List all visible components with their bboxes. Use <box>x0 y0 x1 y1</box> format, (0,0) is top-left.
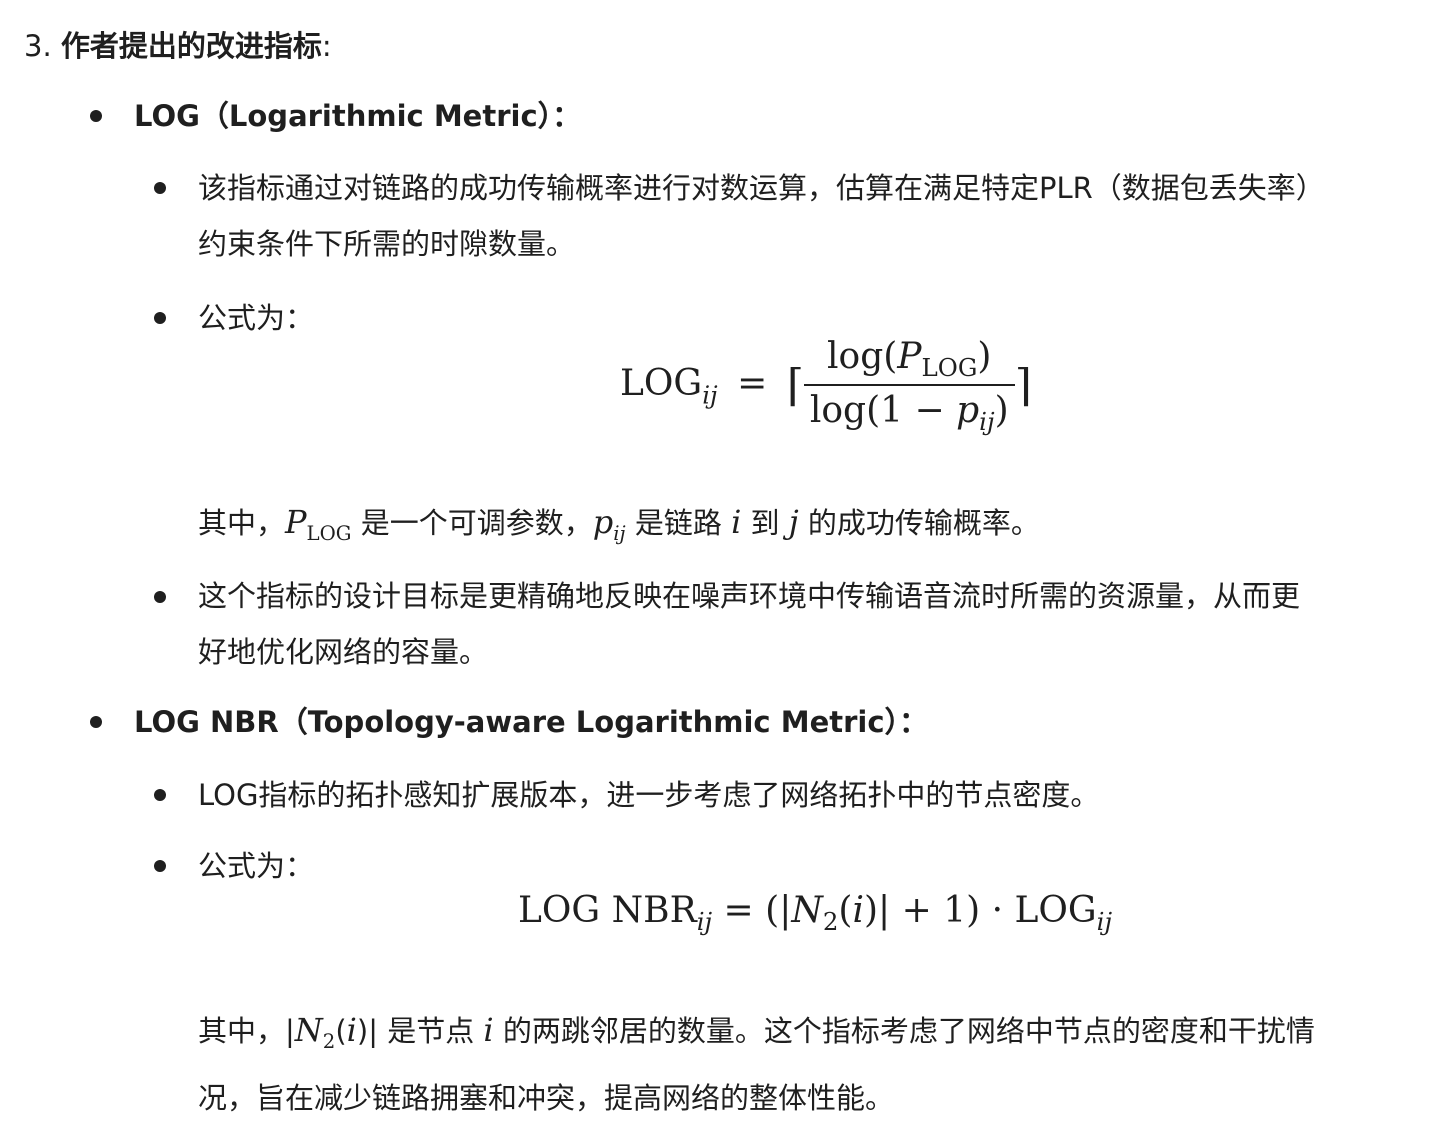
nbr-arg-open: ( <box>838 890 853 931</box>
bullet-dot <box>154 591 166 603</box>
nbr-rest: )| + 1) · LOG <box>863 890 1097 931</box>
log-description-line2: 约束条件下所需的时隙数量。 <box>198 227 576 261</box>
log-where-text: 其中，PLOG 是一个可调参数，pij 是链路 i 到 j 的成功传输概率。 <box>198 502 1040 554</box>
where-t1: 是一个可调参数， <box>351 506 593 540</box>
nbr-lhs-sub: ij <box>696 907 713 937</box>
nbr-where-close: )| <box>356 1014 378 1048</box>
nbr-where-lead: 其中，| <box>198 1014 295 1048</box>
nbr-eq: = (| <box>712 890 792 931</box>
nbr-where-N: N <box>294 1011 323 1049</box>
section-colon: : <box>321 29 332 63</box>
nbr-where-i: i <box>346 1011 357 1049</box>
nbr-where-i2: i <box>483 1011 494 1049</box>
nbr-where-N-sub: 2 <box>322 1029 336 1053</box>
formula-numerator: log(PLOG) <box>803 336 1015 387</box>
den-fn: log(1 − <box>809 390 957 432</box>
formula-fraction: log(PLOG) log(1 − pij) <box>803 336 1015 436</box>
where-j: j <box>788 503 799 541</box>
bullet-dot <box>154 312 166 324</box>
bullet-dot <box>154 860 166 872</box>
bullet-dot <box>90 716 102 728</box>
log-goal: 这个指标的设计目标是更精确地反映在噪声环境中传输语音流时所需的资源量，从而更 好… <box>198 576 1438 672</box>
log-metric-title: LOG（Logarithmic Metric）： <box>134 99 582 133</box>
nbr-N: N <box>791 890 823 931</box>
where-P-sub: LOG <box>306 521 352 545</box>
nbr-where-t1: 是节点 <box>377 1014 484 1048</box>
section-heading: 3. 作者提出的改进指标: <box>24 26 332 66</box>
num-sub: LOG <box>921 353 978 383</box>
nbr-where-t2: 的两跳邻居的数量。这个指标考虑了网络中节点的密度和干扰情 <box>493 1014 1315 1048</box>
section-number: 3. <box>24 29 52 63</box>
den-sub: ij <box>979 407 995 437</box>
log-nbr-where: 其中，|N2(i)| 是节点 i 的两跳邻居的数量。这个指标考虑了网络中节点的密… <box>198 1010 1438 1118</box>
ceil-right: ⌉ <box>1014 360 1032 412</box>
log-nbr-formula: LOG NBRij = (|N2(i)| + 1) · LOGij <box>518 890 1112 936</box>
log-formula-label: 公式为： <box>198 301 315 335</box>
nbr-N-sub: 2 <box>822 907 839 937</box>
den-var: p <box>956 390 980 432</box>
nbr-where-open: ( <box>335 1014 347 1048</box>
nbr-i: i <box>852 890 864 931</box>
where-P: P <box>285 503 307 541</box>
nbr-where-line1: 其中，|N2(i)| 是节点 i 的两跳邻居的数量。这个指标考虑了网络中节点的密… <box>198 1010 1438 1062</box>
num-var: P <box>897 336 922 377</box>
num-fn: log( <box>827 336 898 377</box>
num-close: ) <box>977 336 992 377</box>
where-p: p <box>592 503 614 541</box>
formula-lhs: LOG <box>620 363 703 405</box>
log-nbr-description: LOG指标的拓扑感知扩展版本，进一步考虑了网络拓扑中的节点密度。 <box>198 778 1100 812</box>
log-nbr-title: LOG NBR（Topology-aware Logarithmic Metri… <box>134 705 929 739</box>
nbr-where-line2: 况，旨在减少链路拥塞和冲突，提高网络的整体性能。 <box>198 1080 895 1115</box>
where-i: i <box>731 503 742 541</box>
bullet-dot <box>154 182 166 194</box>
formula-equals: = <box>737 363 768 405</box>
log-nbr-formula-label: 公式为： <box>198 849 315 883</box>
log-formula: LOGij = ⌈ log(PLOG) log(1 − pij) ⌉ <box>620 336 1032 436</box>
bullet-dot <box>90 110 102 122</box>
section-title: 作者提出的改进指标 <box>60 29 322 63</box>
formula-denominator: log(1 − pij) <box>804 386 1015 436</box>
log-goal-line1: 这个指标的设计目标是更精确地反映在噪声环境中传输语音流时所需的资源量，从而更 <box>198 579 1301 613</box>
nbr-lhs: LOG NBR <box>518 890 697 931</box>
where-lead: 其中， <box>198 506 286 540</box>
log-description: 该指标通过对链路的成功传输概率进行对数运算，估算在满足特定PLR（数据包丢失率）… <box>198 168 1438 264</box>
where-t2: 是链路 <box>625 506 732 540</box>
ceil-left: ⌈ <box>786 360 804 412</box>
bullet-dot <box>154 789 166 801</box>
nbr-rhs-sub: ij <box>1096 907 1113 937</box>
formula-lhs-sub: ij <box>702 380 718 410</box>
log-goal-line2: 好地优化网络的容量。 <box>198 635 489 669</box>
den-close: ) <box>994 390 1009 432</box>
where-p-sub: ij <box>613 521 626 545</box>
where-t3: 到 <box>741 506 789 540</box>
log-description-line1: 该指标通过对链路的成功传输概率进行对数运算，估算在满足特定PLR（数据包丢失率） <box>198 171 1325 205</box>
where-t4: 的成功传输概率。 <box>798 506 1040 540</box>
